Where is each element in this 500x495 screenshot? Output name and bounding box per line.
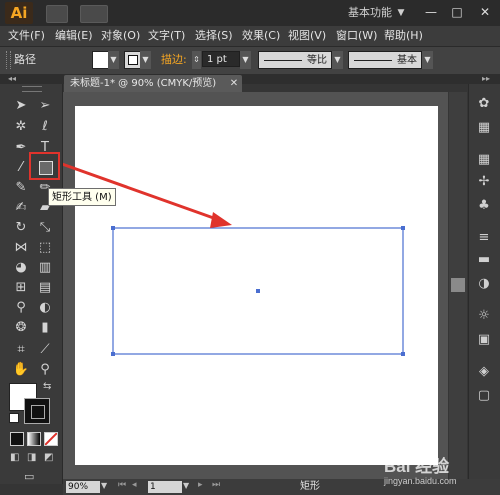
baidu-watermark: Bai 经验 jingyan.baidu.com xyxy=(372,452,494,492)
screen-mode-icon[interactable]: ▭ xyxy=(24,470,40,483)
swatches-icon[interactable]: ▦ xyxy=(472,150,496,170)
chevron-down-icon[interactable]: ▼ xyxy=(183,481,189,490)
first-artboard-icon[interactable]: ⏮ xyxy=(118,480,126,490)
color-guide-icon[interactable]: ▦ xyxy=(472,118,496,138)
graphic-styles-icon[interactable]: ▣ xyxy=(472,330,496,350)
tool-tooltip: 矩形工具 (M) xyxy=(48,188,116,206)
rectangle-tool-highlight xyxy=(29,152,60,180)
gradient-mode-icon[interactable] xyxy=(27,432,41,446)
magic-wand-icon[interactable]: ✲ xyxy=(10,117,32,137)
appearance-icon[interactable]: ☼ xyxy=(472,306,496,326)
column-graph-icon[interactable]: ▮ xyxy=(34,318,56,338)
blend-icon[interactable]: ◐ xyxy=(34,298,56,318)
watermark-url: jingyan.baidu.com xyxy=(384,476,457,486)
draw-behind-icon[interactable]: ◨ xyxy=(27,452,39,464)
next-artboard-icon[interactable]: ▸ xyxy=(198,480,203,490)
direct-selection-icon[interactable]: ➢ xyxy=(34,96,56,116)
selection-icon[interactable]: ➤ xyxy=(10,96,32,116)
stroke-color-box[interactable] xyxy=(24,398,50,424)
symbols-icon[interactable]: ♣ xyxy=(472,196,496,216)
chevron-down-icon[interactable]: ▼ xyxy=(101,481,107,490)
none-mode-icon[interactable] xyxy=(44,432,58,446)
brushes-icon[interactable]: ✢ xyxy=(472,172,496,192)
free-transform-icon[interactable]: ⬚ xyxy=(34,238,56,258)
gradient-icon[interactable]: ▤ xyxy=(34,278,56,298)
perspective-grid-icon[interactable]: ▥ xyxy=(34,258,56,278)
artboards-panel-icon[interactable]: ▢ xyxy=(472,386,496,406)
rotate-icon[interactable]: ↻ xyxy=(10,218,32,238)
last-artboard-icon[interactable]: ⏭ xyxy=(212,480,220,490)
color-icon[interactable]: ✿ xyxy=(472,94,496,114)
mesh-icon[interactable]: ⊞ xyxy=(10,278,32,298)
artwork-overlay xyxy=(61,162,405,356)
slice-icon[interactable]: ⟋ xyxy=(34,340,56,360)
blob-brush-icon[interactable]: ✍ xyxy=(10,198,32,218)
scale-icon[interactable]: ⤡ xyxy=(34,218,56,238)
watermark-text: Bai 经验 xyxy=(384,457,450,476)
current-tool-status: 矩形 xyxy=(300,481,320,492)
zoom-field[interactable]: 90% xyxy=(66,481,100,493)
previous-artboard-icon[interactable]: ◂ xyxy=(132,480,137,490)
stroke-icon[interactable]: ≡ xyxy=(472,228,496,248)
width-icon[interactable]: ⋈ xyxy=(10,238,32,258)
draw-inside-icon[interactable]: ◩ xyxy=(44,452,56,464)
symbol-sprayer-icon[interactable]: ❂ xyxy=(10,318,32,338)
lasso-icon[interactable]: ℓ xyxy=(34,117,56,137)
artboard-number-field[interactable]: 1 xyxy=(148,481,182,493)
rectangle-shape[interactable] xyxy=(111,226,405,356)
eyedropper-icon[interactable]: ⚲ xyxy=(10,298,32,318)
layers-icon[interactable]: ◈ xyxy=(472,362,496,382)
transparency-icon[interactable]: ◑ xyxy=(472,274,496,294)
color-mode-icon[interactable] xyxy=(10,432,24,446)
panel-grip-icon xyxy=(22,86,42,92)
default-colors-icon[interactable] xyxy=(9,413,19,423)
gradient-panel-icon[interactable]: ▬ xyxy=(472,250,496,270)
artboard-icon[interactable]: ⌗ xyxy=(10,340,32,360)
scroll-thumb[interactable] xyxy=(451,278,465,292)
shape-builder-icon[interactable]: ◕ xyxy=(10,258,32,278)
paintbrush-icon[interactable]: ✎ xyxy=(10,178,32,198)
zoom-icon[interactable]: ⚲ xyxy=(34,360,56,380)
hand-icon[interactable]: ✋ xyxy=(10,360,32,380)
swap-fill-stroke-icon[interactable]: ⇆ xyxy=(43,381,51,392)
draw-normal-icon[interactable]: ◧ xyxy=(10,452,22,464)
